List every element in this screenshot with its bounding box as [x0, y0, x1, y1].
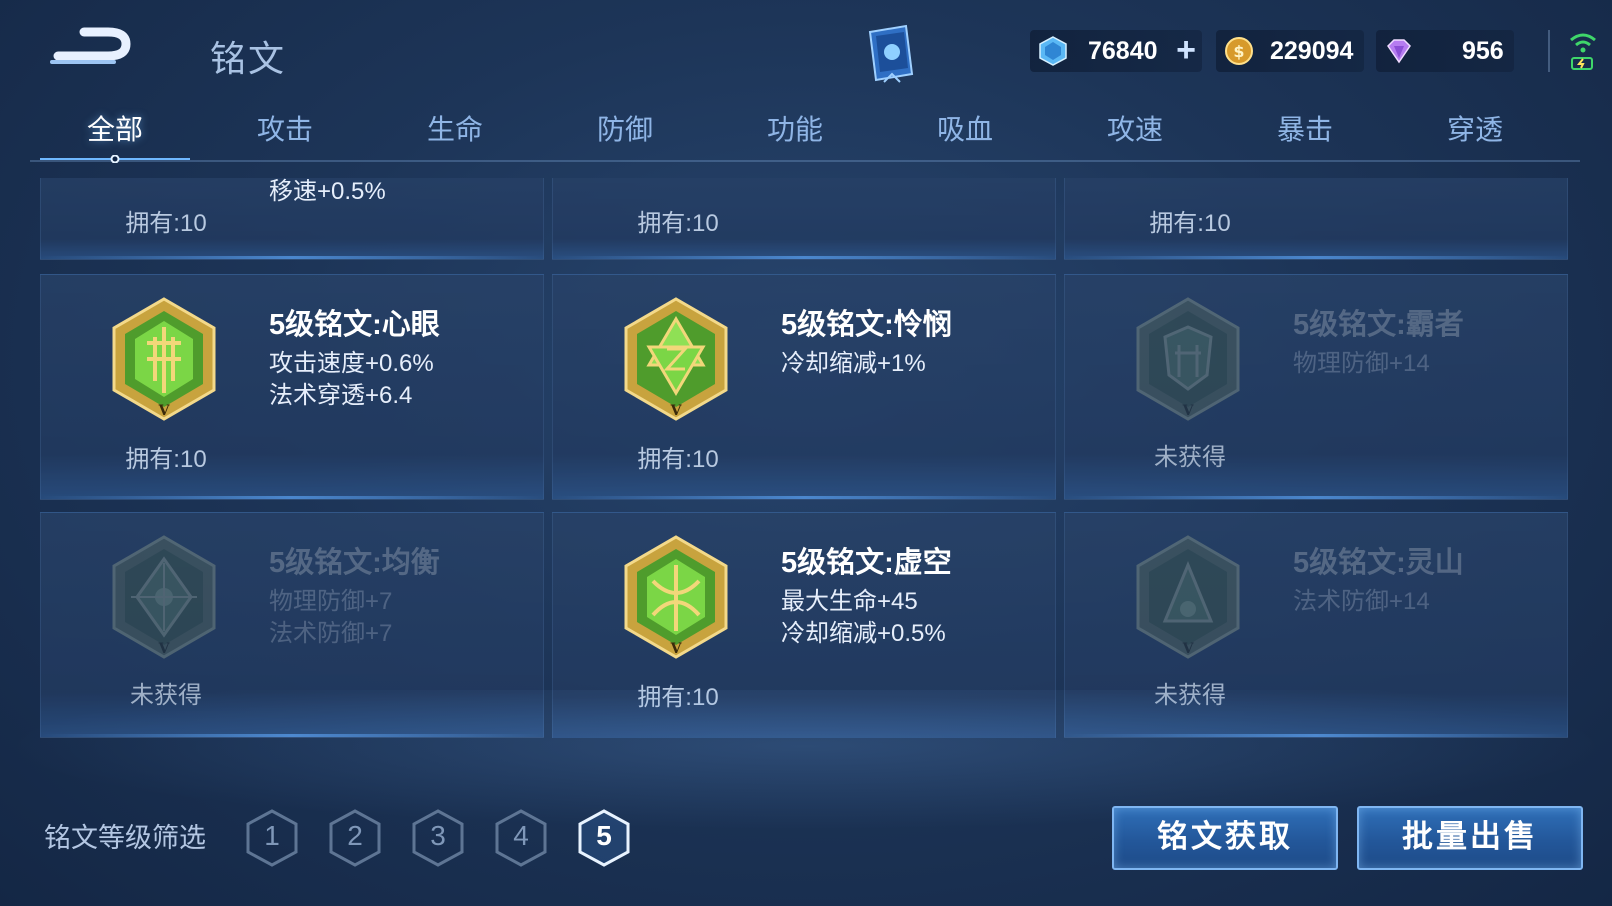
rune-stat: 法术防御+7 [269, 620, 393, 647]
rune-stat: 法术穿透+6.4 [269, 382, 413, 409]
rune-stat: 最大生命+45 [781, 588, 918, 615]
purple-gem-icon [1387, 39, 1411, 64]
owned-count: 拥有:10 [637, 210, 719, 237]
rune-stat: 攻击速度+0.6% [269, 350, 434, 377]
divider [1548, 30, 1550, 72]
rune-name: 5级铭文:灵山 [1293, 547, 1464, 579]
back-arrow-icon[interactable] [48, 26, 134, 70]
gem-value: 956 [1462, 37, 1504, 65]
rune-stat: 冷却缩减+0.5% [781, 620, 946, 647]
level-number: 2 [347, 820, 363, 851]
gold-currency: $ 229094 [1216, 30, 1364, 72]
tab-lifesteal[interactable]: 吸血 [905, 108, 1025, 148]
category-tabs: 全部 攻击 生命 防御 功能 吸血 攻速 暴击 穿透 [30, 108, 1580, 164]
svg-text:V: V [670, 403, 683, 419]
active-tab-indicator [40, 155, 190, 163]
rune-card-bazhe[interactable]: V 5级铭文:霸者 物理防御+14 未获得 [1064, 274, 1568, 500]
level-filter-4[interactable]: 4 [494, 808, 548, 868]
rune-card-xukong[interactable]: V 5级铭文:虚空 最大生命+45 冷却缩减+0.5% 拥有:10 [552, 512, 1056, 738]
acquire-rune-button[interactable]: 铭文获取 [1112, 806, 1338, 870]
level-number: 5 [596, 820, 612, 851]
owned-count: 拥有:10 [125, 446, 207, 473]
level-number: 1 [264, 820, 280, 851]
rune-card-lingshan[interactable]: V 5级铭文:灵山 法术防御+14 未获得 [1064, 512, 1568, 738]
gold-coin-icon: $ [1225, 37, 1253, 65]
rune-book-icon[interactable] [862, 22, 920, 86]
level-filter-2[interactable]: 2 [328, 808, 382, 868]
level-filter-1[interactable]: 1 [245, 808, 299, 868]
rune-card-partial[interactable]: 拥有:10 [1064, 178, 1568, 260]
rune-name: 5级铭文:心眼 [269, 309, 440, 341]
owned-count: 拥有:10 [1149, 210, 1231, 237]
svg-text:V: V [670, 641, 683, 657]
level-filter-5[interactable]: 5 [577, 808, 631, 868]
wifi-battery-icon [1570, 33, 1596, 70]
gold-value: 229094 [1270, 37, 1354, 65]
not-obtained-label: 未获得 [130, 682, 202, 709]
rune-stat: 物理防御+7 [269, 588, 393, 615]
lianmin-rune-icon: V [624, 297, 728, 421]
rune-grid: 移速+0.5% 拥有:10 拥有:10 拥有:10 V 5级铭文:心眼 攻击速度… [40, 178, 1570, 738]
rune-stat: 物理防御+14 [1293, 350, 1430, 377]
rune-name: 5级铭文:均衡 [269, 547, 440, 579]
svg-text:V: V [1182, 641, 1195, 657]
gem-currency: 956 [1376, 30, 1514, 72]
not-obtained-label: 未获得 [1154, 444, 1226, 471]
rune-card-partial[interactable]: 拥有:10 [552, 178, 1056, 260]
level-number: 3 [430, 820, 446, 851]
diamond-value: 76840 [1088, 37, 1158, 65]
tab-utility[interactable]: 功能 [735, 108, 855, 148]
tabs-divider [30, 160, 1580, 162]
rune-stat: 法术防御+14 [1293, 588, 1430, 615]
rune-name: 5级铭文:霸者 [1293, 309, 1464, 341]
rune-name: 5级铭文:虚空 [781, 547, 952, 579]
svg-text:V: V [1182, 403, 1195, 419]
tab-health[interactable]: 生命 [395, 108, 515, 148]
rune-card-junheng[interactable]: V 5级铭文:均衡 物理防御+7 法术防御+7 未获得 [40, 512, 544, 738]
tab-all[interactable]: 全部 [55, 108, 175, 148]
owned-count: 拥有:10 [637, 684, 719, 711]
junheng-rune-icon: V [112, 535, 216, 659]
rune-card-partial[interactable]: 移速+0.5% 拥有:10 [40, 178, 544, 260]
xukong-rune-icon: V [624, 535, 728, 659]
level-number: 4 [513, 820, 529, 851]
tab-attack[interactable]: 攻击 [225, 108, 345, 148]
rune-card-xinyan[interactable]: V 5级铭文:心眼 攻击速度+0.6% 法术穿透+6.4 拥有:10 [40, 274, 544, 500]
tab-defense[interactable]: 防御 [565, 108, 685, 148]
rune-name: 5级铭文:怜悯 [781, 309, 952, 341]
page-title: 铭文 [210, 38, 287, 79]
xinyan-rune-icon: V [112, 297, 216, 421]
svg-text:V: V [158, 641, 171, 657]
level-filter-label: 铭文等级筛选 [44, 823, 206, 853]
bazhe-rune-icon: V [1136, 297, 1240, 421]
rune-stat: 移速+0.5% [269, 178, 386, 205]
owned-count: 拥有:10 [125, 210, 207, 237]
tab-penetration[interactable]: 穿透 [1415, 108, 1535, 148]
tab-crit[interactable]: 暴击 [1245, 108, 1365, 148]
diamond-crystal-icon [1039, 36, 1067, 66]
diamond-currency: 76840 + [1030, 30, 1202, 72]
tab-attack-speed[interactable]: 攻速 [1075, 108, 1195, 148]
owned-count: 拥有:10 [637, 446, 719, 473]
lingshan-rune-icon: V [1136, 535, 1240, 659]
add-diamond-button[interactable]: + [1176, 33, 1196, 67]
svg-text:V: V [158, 403, 171, 419]
rune-stat: 冷却缩减+1% [781, 350, 926, 377]
svg-text:$: $ [1233, 42, 1244, 61]
level-filter-3[interactable]: 3 [411, 808, 465, 868]
not-obtained-label: 未获得 [1154, 682, 1226, 709]
rune-card-lianmin[interactable]: V 5级铭文:怜悯 冷却缩减+1% 拥有:10 [552, 274, 1056, 500]
bulk-sell-button[interactable]: 批量出售 [1357, 806, 1583, 870]
